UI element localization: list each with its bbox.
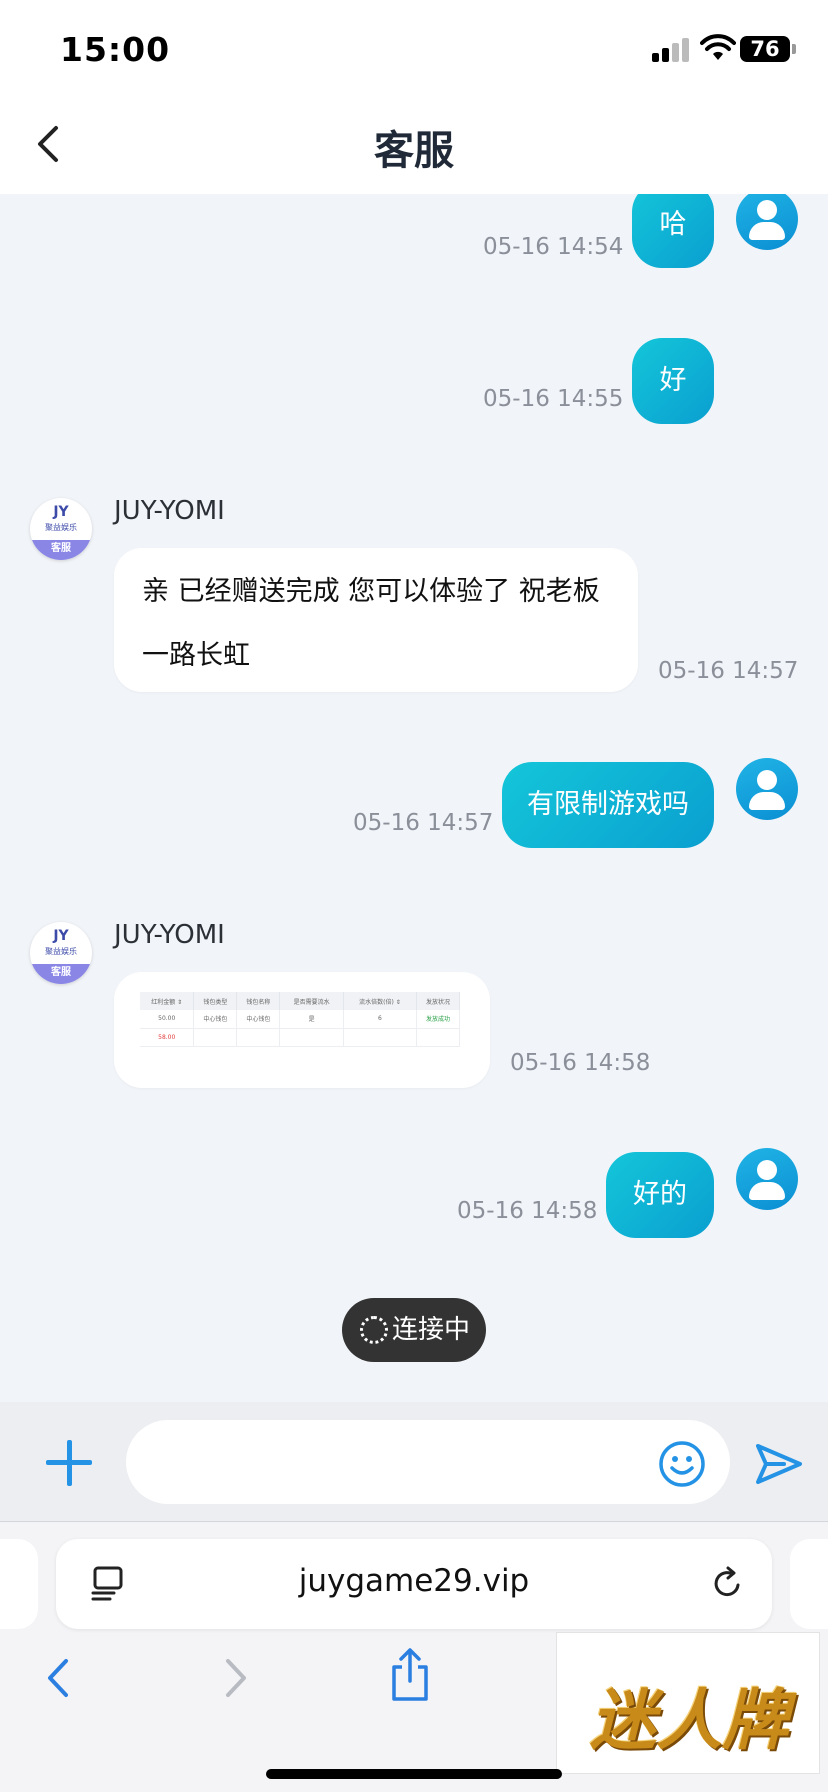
message-composer [0,1402,828,1522]
agent-avatar[interactable]: JY 聚益娱乐 客服 [30,498,92,560]
thumb-cell: 50.00 [140,1010,195,1029]
user-message-bubble[interactable]: 有限制游戏吗 [502,762,714,848]
agent-brand: 聚益娱乐 [45,523,77,532]
user-avatar[interactable] [736,194,798,250]
user-avatar[interactable] [736,1148,798,1210]
thumb-cell: 中心钱包 [193,1010,238,1029]
wifi-icon [700,34,736,60]
address-bar[interactable]: juygame29.vip [56,1539,772,1629]
attach-plus-button[interactable] [44,1438,94,1488]
connecting-toast: 连接中 [342,1298,486,1362]
screenshot-image[interactable]: 红利金额 ⇕ 钱包类型 钱包名称 是否需要流水 流水倍数(倍) ⇕ 发放状况 5… [140,992,460,1056]
user-message-bubble[interactable]: 好的 [606,1152,714,1238]
thumb-cell [416,1028,460,1047]
cellular-signal-icon [652,38,692,62]
status-bar: 15:00 76 [0,0,828,96]
header: 客服 [0,96,828,194]
thumb-header: 是否需要流水 [279,992,344,1010]
message-input[interactable] [126,1420,730,1504]
agent-name: JUY-YOMI [114,496,225,526]
agent-brand: 聚益娱乐 [45,947,77,956]
message-timestamp: 05-16 14:57 [658,658,799,684]
home-indicator [266,1769,562,1779]
watermark-logo: 迷人牌 [556,1632,820,1774]
toast-label: 连接中 [392,1315,471,1345]
url-text: juygame29.vip [298,1563,530,1599]
user-message-bubble[interactable]: 好 [632,338,714,424]
status-time: 15:00 [60,30,171,69]
thumb-header: 钱包类型 [193,992,238,1010]
agent-ribbon: 客服 [30,964,92,984]
battery-icon: 76 [740,36,796,62]
next-tab-preview[interactable] [790,1539,828,1629]
thumb-cell: 是 [279,1010,344,1029]
user-message-bubble[interactable]: 哈 [632,194,714,268]
thumb-header: 钱包名称 [236,992,281,1010]
agent-image-bubble[interactable]: 红利金额 ⇕ 钱包类型 钱包名称 是否需要流水 流水倍数(倍) ⇕ 发放状况 5… [114,972,490,1088]
browser-toolbar: juygame29.vip 迷人牌 [0,1523,828,1792]
agent-logo: JY [53,928,69,944]
agent-name: JUY-YOMI [114,920,225,950]
agent-message-text: 亲 已经赠送完成 您可以体验了 祝老板 一路长虹 [142,560,622,688]
message-timestamp: 05-16 14:58 [457,1198,598,1224]
send-button[interactable] [754,1440,804,1488]
browser-forward-icon[interactable] [220,1653,254,1703]
thumb-cell: 6 [343,1010,418,1029]
chat-message-list[interactable]: 05-16 14:54 哈 05-16 14:55 好 JY 聚益娱乐 客服 J… [0,194,828,1402]
user-avatar[interactable] [736,758,798,820]
thumb-cell [236,1028,281,1047]
thumb-cell [193,1028,238,1047]
message-timestamp: 05-16 14:54 [483,234,624,260]
thumb-cell [343,1028,418,1047]
thumb-cell: 发放成功 [416,1010,460,1029]
emoji-button[interactable] [658,1440,706,1488]
agent-message-bubble[interactable]: 亲 已经赠送完成 您可以体验了 祝老板 一路长虹 [114,548,638,692]
agent-message-line: 亲 已经赠送完成 您可以体验了 祝老板 [142,576,600,607]
thumb-header: 红利金额 ⇕ [140,992,195,1010]
message-timestamp: 05-16 14:57 [353,810,494,836]
browser-back-icon[interactable] [40,1653,74,1703]
message-timestamp: 05-16 14:55 [483,386,624,412]
previous-tab-preview[interactable] [0,1539,38,1629]
reload-icon[interactable] [708,1565,746,1603]
watermark-text: 迷人牌 [590,1681,788,1759]
agent-logo: JY [53,504,69,520]
thumb-cell: 58.00 [140,1028,195,1047]
loading-spinner-icon [360,1316,388,1344]
agent-ribbon: 客服 [30,540,92,560]
thumb-cell: 中心钱包 [236,1010,281,1029]
thumb-header: 发放状况 [416,992,460,1010]
agent-message-line: 一路长虹 [142,640,250,671]
share-icon[interactable] [388,1647,432,1703]
page-title: 客服 [374,128,454,174]
thumb-cell [279,1028,344,1047]
agent-avatar[interactable]: JY 聚益娱乐 客服 [30,922,92,984]
thumb-header: 流水倍数(倍) ⇕ [343,992,418,1010]
message-timestamp: 05-16 14:58 [510,1050,651,1076]
